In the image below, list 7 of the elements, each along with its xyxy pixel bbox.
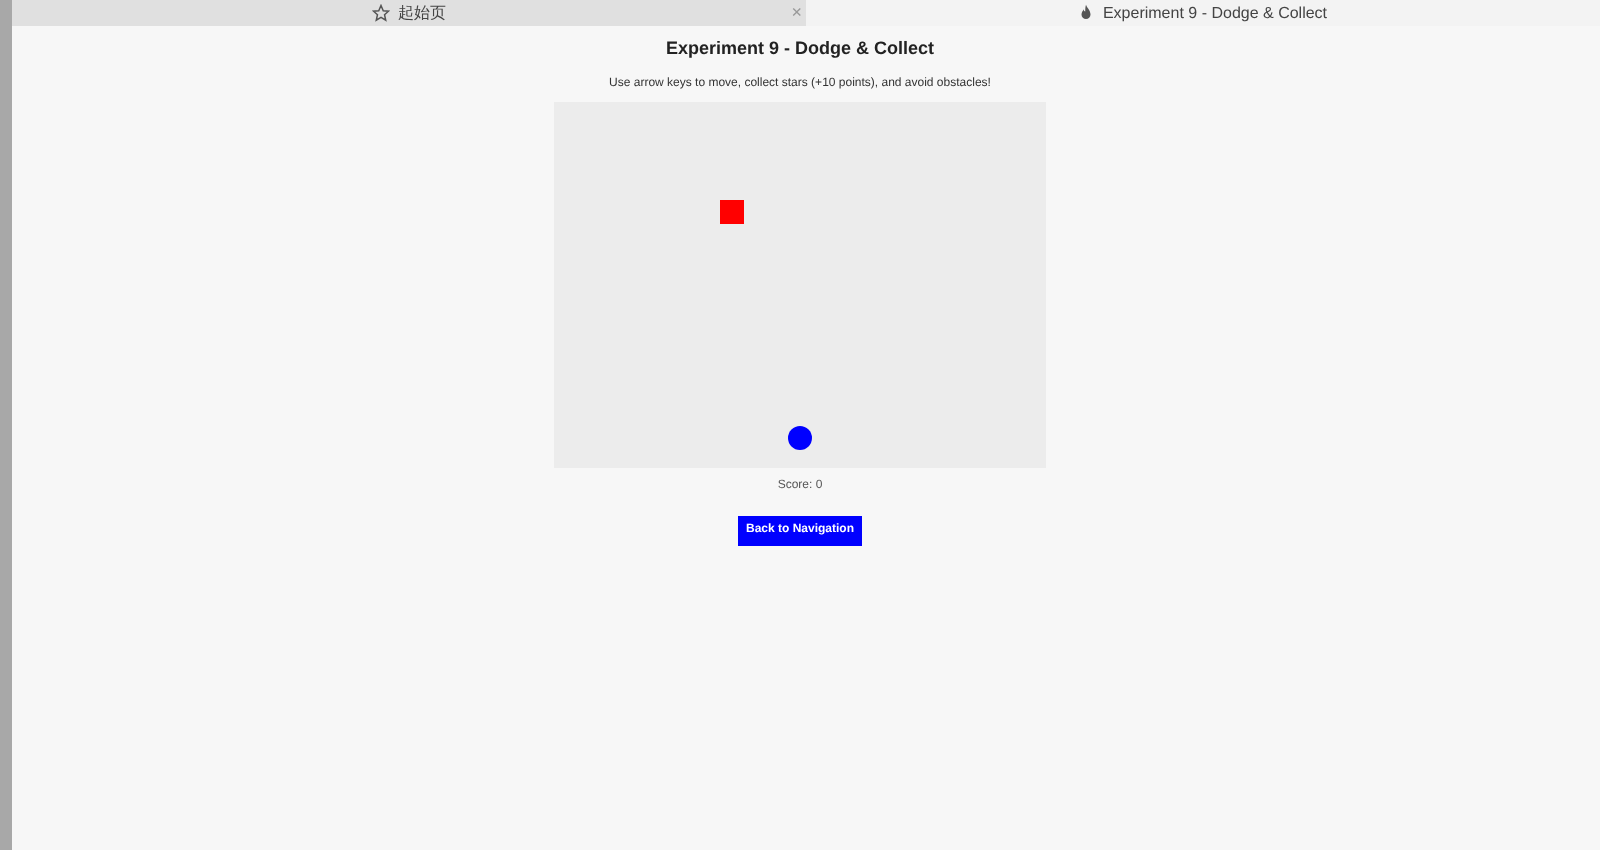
page-title: Experiment 9 - Dodge & Collect [665,36,935,62]
flame-icon [1078,4,1095,22]
tab-label: 起始页 [398,1,446,25]
browser-tab[interactable]: Experiment 9 - Dodge & Collect [806,0,1600,26]
tab-label: Experiment 9 - Dodge & Collect [1102,1,1328,25]
obstacle-square [720,199,744,223]
star-icon [372,4,390,22]
